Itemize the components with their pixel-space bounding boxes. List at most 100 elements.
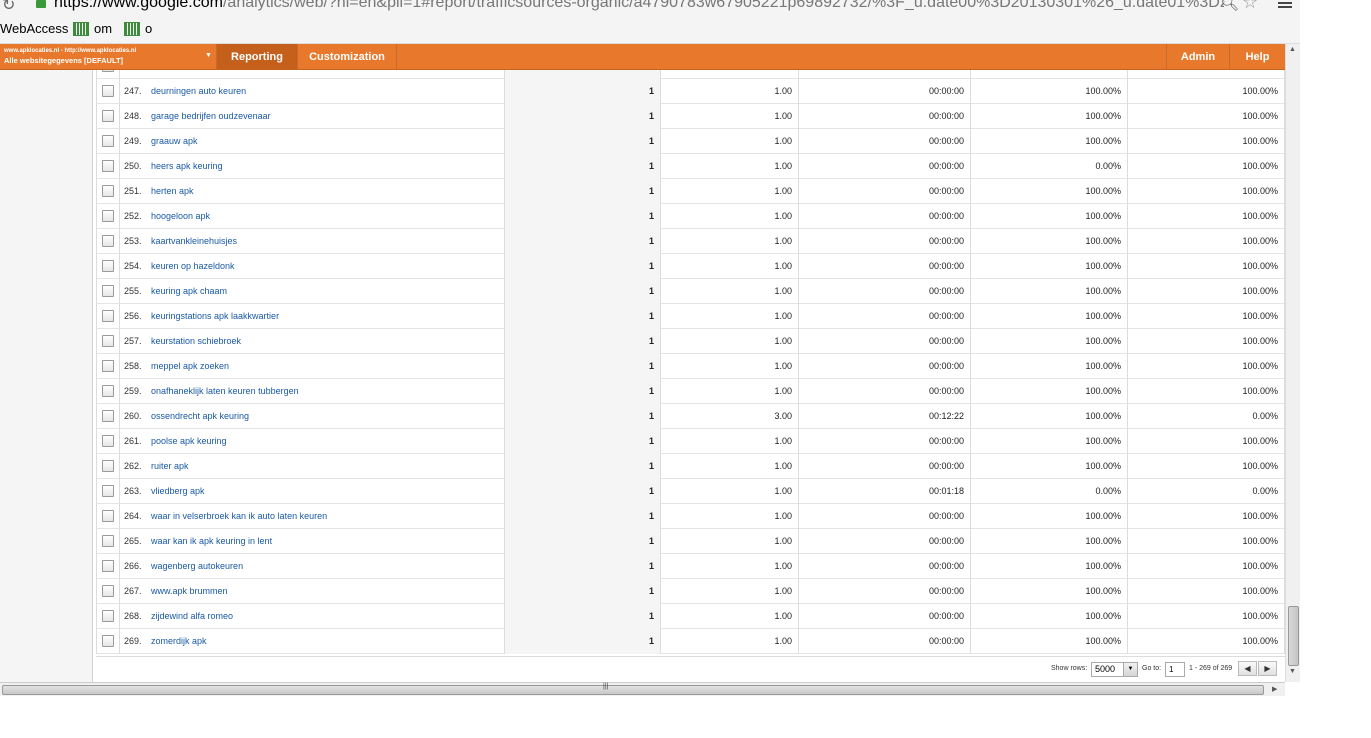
row-checkbox-cell — [96, 504, 120, 529]
row-checkbox[interactable] — [102, 185, 114, 197]
row-checkbox[interactable] — [102, 310, 114, 322]
keyword-link[interactable]: ruiter apk — [151, 461, 189, 471]
keyword-cell: 267. www.apk brummen — [120, 579, 505, 604]
vertical-scrollbar[interactable]: ▲ ▼ — [1285, 44, 1300, 682]
row-number: 249. — [124, 136, 142, 146]
bookmark-o[interactable]: o — [124, 21, 152, 36]
table-row: 251. herten apk 1 1.00 00:00:00 100.00% 100.00… — [96, 179, 1285, 204]
row-checkbox[interactable] — [102, 135, 114, 147]
chevron-down-icon[interactable]: ▼ — [1123, 663, 1137, 676]
keyword-cell: 251. herten apk — [120, 179, 505, 204]
avg-duration-cell: 00:00:00 — [799, 104, 971, 129]
prev-page-button[interactable]: ◀ — [1238, 661, 1257, 676]
row-checkbox-cell — [96, 204, 120, 229]
horizontal-scrollbar[interactable]: ||| ▶ — [0, 682, 1285, 696]
account-profile: Alle websitegegevens [DEFAULT] — [4, 56, 124, 65]
avg-duration-cell: 00:00:00 — [799, 354, 971, 379]
keyword-link[interactable]: onafhaneklijk laten keuren tubbergen — [151, 386, 299, 396]
row-checkbox[interactable] — [102, 585, 114, 597]
row-checkbox[interactable] — [102, 70, 114, 72]
new-visits-cell: 0.00% — [971, 154, 1128, 179]
keyword-link[interactable]: poolse apk keuring — [151, 436, 227, 446]
bounce-rate-cell: 100.00% — [1128, 429, 1285, 454]
row-checkbox-cell — [96, 404, 120, 429]
keyword-link[interactable]: meppel apk zoeken — [151, 361, 229, 371]
row-checkbox-cell — [96, 70, 120, 79]
keyword-link[interactable]: keuringstations apk laakkwartier — [151, 311, 279, 321]
keyword-link[interactable]: ossendrecht apk keuring — [151, 411, 249, 421]
keyword-cell: 264. waar in velserbroek kan ik auto late… — [120, 504, 505, 529]
row-checkbox[interactable] — [102, 160, 114, 172]
tab-help[interactable]: Help — [1229, 44, 1285, 70]
row-checkbox[interactable] — [102, 410, 114, 422]
keyword-link[interactable]: heers apk keuring — [151, 161, 223, 171]
table-row — [96, 70, 1285, 79]
account-selector[interactable]: www.apklocaties.nl - http://www.apklocat… — [0, 44, 216, 70]
row-checkbox[interactable] — [102, 510, 114, 522]
bookmark-om[interactable]: om — [73, 21, 112, 36]
row-checkbox[interactable] — [102, 360, 114, 372]
keyword-link[interactable]: keuring apk chaam — [151, 286, 227, 296]
visits-cell: 1 — [505, 279, 661, 304]
row-checkbox[interactable] — [102, 485, 114, 497]
search-icon[interactable]: 🔍︎ — [1220, 0, 1239, 12]
keyword-link[interactable]: wagenberg autokeuren — [151, 561, 243, 571]
row-checkbox[interactable] — [102, 535, 114, 547]
keyword-link[interactable]: hoogeloon apk — [151, 211, 210, 221]
keyword-cell: 254. keuren op hazeldonk — [120, 254, 505, 279]
keyword-link[interactable]: herten apk — [151, 186, 194, 196]
reload-icon[interactable]: ↻ — [2, 0, 15, 14]
url-text[interactable]: https://www.google.com/analytics/web/?hl… — [54, 0, 1224, 12]
row-checkbox-cell — [96, 629, 120, 654]
scroll-right-icon[interactable]: ▶ — [1272, 685, 1277, 693]
visits-cell: 1 — [505, 204, 661, 229]
table-row: 257. keurstation schiebroek 1 1.00 00:00:00 1… — [96, 329, 1285, 354]
row-checkbox[interactable] — [102, 235, 114, 247]
tab-reporting[interactable]: Reporting — [216, 44, 297, 70]
keyword-link[interactable]: zomerdijk apk — [151, 636, 207, 646]
new-visits-cell: 100.00% — [971, 554, 1128, 579]
keyword-cell: 252. hoogeloon apk — [120, 204, 505, 229]
row-checkbox-cell — [96, 429, 120, 454]
keyword-link[interactable]: zijdewind alfa romeo — [151, 611, 233, 621]
row-checkbox[interactable] — [102, 285, 114, 297]
next-page-button[interactable]: ▶ — [1258, 661, 1277, 676]
horizontal-scroll-thumb[interactable] — [2, 685, 1264, 695]
keyword-link[interactable]: vliedberg apk — [151, 486, 205, 496]
keyword-cell: 257. keurstation schiebroek — [120, 329, 505, 354]
keyword-link[interactable]: deurningen auto keuren — [151, 86, 246, 96]
row-checkbox[interactable] — [102, 110, 114, 122]
vertical-scroll-thumb[interactable] — [1288, 606, 1299, 666]
tab-admin[interactable]: Admin — [1166, 44, 1229, 70]
keyword-link[interactable]: waar kan ik apk keuring in lent — [151, 536, 272, 546]
row-checkbox[interactable] — [102, 560, 114, 572]
row-checkbox[interactable] — [102, 85, 114, 97]
row-checkbox[interactable] — [102, 335, 114, 347]
row-checkbox[interactable] — [102, 385, 114, 397]
row-checkbox[interactable] — [102, 635, 114, 647]
browser-menu-icon[interactable] — [1278, 0, 1292, 10]
row-checkbox[interactable] — [102, 260, 114, 272]
scroll-down-icon[interactable]: ▼ — [1289, 668, 1296, 675]
row-checkbox[interactable] — [102, 460, 114, 472]
keyword-link[interactable]: waar in velserbroek kan ik auto laten ke… — [151, 511, 327, 521]
keyword-link[interactable]: graauw apk — [151, 136, 198, 146]
bookmark-star-icon[interactable]: ☆ — [1242, 0, 1258, 13]
keyword-cell: 253. kaartvankleinehuisjes — [120, 229, 505, 254]
keyword-cell: 265. waar kan ik apk keuring in lent — [120, 529, 505, 554]
show-rows-select[interactable]: 5000 ▼ — [1091, 662, 1138, 677]
keyword-link[interactable]: keurstation schiebroek — [151, 336, 241, 346]
keyword-link[interactable]: kaartvankleinehuisjes — [151, 236, 237, 246]
row-checkbox[interactable] — [102, 210, 114, 222]
address-bar[interactable]: ↻ https://www.google.com/analytics/web/?… — [0, 0, 1300, 14]
keyword-link[interactable]: keuren op hazeldonk — [151, 261, 235, 271]
scroll-up-icon[interactable]: ▲ — [1289, 46, 1296, 53]
keyword-link[interactable]: garage bedrijfen oudzevenaar — [151, 111, 271, 121]
row-checkbox[interactable] — [102, 435, 114, 447]
row-checkbox[interactable] — [102, 610, 114, 622]
goto-input[interactable]: 1 — [1165, 662, 1185, 677]
bookmark-webaccess[interactable]: WebAccess — [0, 21, 68, 36]
tab-customization[interactable]: Customization — [297, 44, 397, 70]
keyword-link[interactable]: www.apk brummen — [151, 586, 228, 596]
bounce-rate-cell: 100.00% — [1128, 379, 1285, 404]
